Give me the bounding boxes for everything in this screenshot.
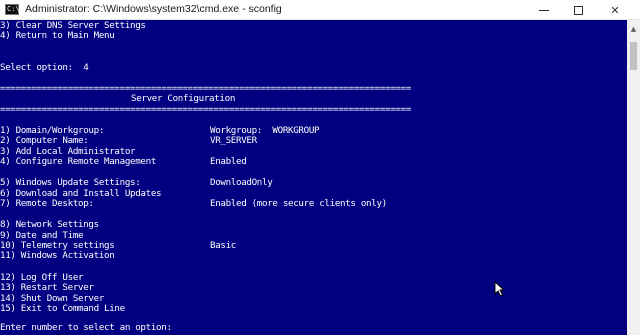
menu-title: Server Configuration — [131, 93, 236, 104]
console-line-return-menu: 4) Return to Main Menu — [0, 30, 115, 41]
menu-item-label: 11) Windows Activation — [0, 250, 115, 261]
close-button[interactable]: ✕ — [598, 0, 632, 20]
cmd-icon: C:\ — [5, 4, 20, 15]
scroll-up-icon[interactable]: ▲ — [627, 22, 640, 36]
menu-item-value: Enabled (more secure clients only) — [210, 198, 387, 209]
mouse-pointer-icon — [494, 281, 505, 297]
menu-item-label: 4) Configure Remote Management — [0, 156, 157, 167]
vertical-scrollbar[interactable]: ▲ — [627, 20, 640, 335]
menu-item-value: DownloadOnly — [210, 177, 273, 188]
select-option-prompt: Select option: 4 — [0, 62, 89, 73]
menu-item-label: 8) Network Settings — [0, 219, 99, 230]
console-output[interactable]: 3) Clear DNS Server Settings 4) Return t… — [0, 20, 627, 335]
title-bar[interactable]: C:\ Administrator: C:\Windows\system32\c… — [0, 0, 640, 20]
window-title: Administrator: C:\Windows\system32\cmd.e… — [25, 3, 282, 15]
separator-bottom: ========================================… — [0, 104, 411, 115]
menu-item-label: 13) Restart Server — [0, 282, 94, 293]
menu-item-label: 15) Exit to Command Line — [0, 303, 125, 314]
menu-item-label: 7) Remote Desktop: — [0, 198, 94, 209]
maximize-button[interactable] — [561, 0, 595, 20]
input-prompt[interactable]: Enter number to select an option: — [0, 323, 172, 333]
scroll-thumb[interactable] — [630, 42, 637, 70]
minimize-button[interactable] — [527, 0, 561, 20]
menu-item-value: Basic — [210, 240, 237, 251]
close-icon: ✕ — [610, 3, 620, 17]
menu-item-label: 5) Windows Update Settings: — [0, 177, 141, 188]
menu-item-value: VR_SERVER — [210, 135, 257, 146]
minimize-icon — [539, 9, 549, 11]
menu-item-value: Enabled — [210, 156, 247, 167]
menu-item-label: 2) Computer Name: — [0, 135, 89, 146]
maximize-icon — [573, 5, 583, 15]
